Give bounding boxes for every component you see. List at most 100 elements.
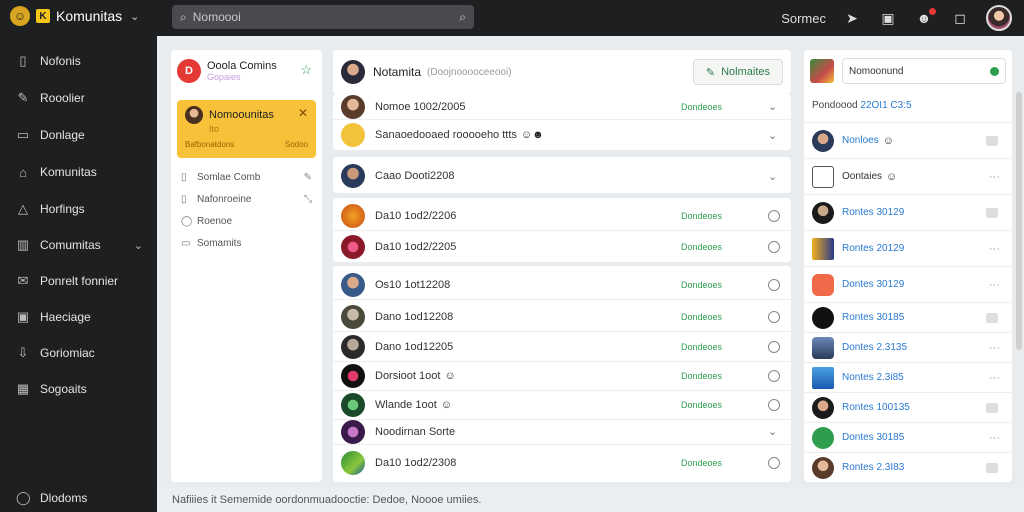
sidebar-item-goriomiac[interactable]: ⇩ Goriomiac [0,338,157,368]
sidebar-item-komunitas[interactable]: ⌂ Komunitas [0,157,157,187]
list-item[interactable]: Da10 1od2/2205 Dondeoes [333,232,791,262]
member-name: Rontes 2.3I83 [842,462,905,473]
list-item[interactable]: Da10 1od2/2206 Dondeoes [333,201,791,231]
select-radio[interactable] [768,369,780,382]
select-radio[interactable] [768,310,780,323]
menu-square-icon[interactable] [986,207,998,218]
sidebar-item-haeciage[interactable]: ▣ Haeciage [0,302,157,332]
select-radio[interactable] [768,457,780,469]
select-radio[interactable] [768,278,780,291]
menu-square-icon[interactable] [986,402,998,413]
topbar-label[interactable]: Sormec [781,11,826,26]
search-input[interactable] [192,10,454,24]
sidebar-item-comumitas[interactable]: ▥ Comumitas ⌄ [0,230,157,260]
left-link-1[interactable]: ▯ Somlae Comb ✎ [181,168,316,186]
member-name: Dontes 30129 [842,279,905,290]
select-radio[interactable] [768,241,780,253]
member-row[interactable]: Rontes 20129 ··· [804,230,1012,266]
more-icon[interactable]: ··· [989,342,1000,354]
card-meta-right: Sodoo [284,140,308,149]
avatar [341,164,365,188]
member-row[interactable]: Dontes 2.3135 ··· [804,332,1012,362]
right-search-field[interactable]: Nomoonund [842,58,1006,84]
search-bar[interactable]: ⌕ ⌕ [172,5,474,29]
left-link-3[interactable]: ◯ Roenoe [181,212,316,230]
item-title: Da10 1od2/2308 [375,457,457,469]
menu-square-icon[interactable] [986,135,998,146]
member-row[interactable]: Rontes 30185 [804,302,1012,332]
sidebar-item-dlodoms[interactable]: ◯ Dlodoms [0,483,157,512]
app-brand[interactable]: ☺ K Komunitas ⌄ [10,6,139,26]
member-row[interactable]: Nonloes ☺ [804,122,1012,158]
checkbox-icon[interactable] [812,165,834,188]
list-item[interactable]: Dorsioot 1oot ☺ Dondeoes [333,361,791,391]
user-avatar[interactable] [986,5,1012,31]
member-row[interactable]: Rontes 2.3I83 [804,452,1012,482]
scrollbar[interactable] [1016,92,1022,350]
online-status-icon [990,66,999,76]
list-item[interactable]: Noodirnan Sorte ⌄ [333,419,791,445]
menu-square-icon[interactable] [986,312,998,323]
more-icon[interactable]: ··· [989,171,1000,183]
more-icon[interactable]: ··· [989,372,1000,384]
notification-icon[interactable]: ☻ [914,8,936,28]
more-icon[interactable]: ··· [989,279,1000,291]
list-item[interactable]: Dano 1od12208 Dondeoes [333,302,791,332]
sidebar-item-rooolier[interactable]: ✎ Rooolier [0,83,157,113]
avatar [812,456,834,479]
more-icon[interactable]: ··· [989,432,1000,444]
edit-icon[interactable]: ✎ [304,172,312,183]
status-badge: Dondeoes [681,101,723,112]
document-icon: ▯ [181,193,187,205]
list-item[interactable]: Caao Dooti2208 ⌄ [333,163,791,189]
list-item[interactable]: Os10 1ot12208 Dondeoes [333,270,791,300]
chevron-down-icon[interactable]: ⌄ [768,170,777,183]
emoji-avatar [341,123,365,147]
sidebar-item-sogoaits[interactable]: ▦ Sogoaits [0,374,157,404]
left-link-4[interactable]: ▭ Somamits [181,234,316,252]
list-item[interactable]: Dano 1od12205 Dondeoes [333,332,791,362]
sidebar-item-label: Sogoaits [40,382,87,396]
community-header[interactable]: D Ooola Comins Gopaies ☆ [177,58,316,84]
member-row[interactable]: Rontes 30129 [804,194,1012,230]
header-action-button[interactable]: ✎ Nolmaites [692,59,783,85]
sidebar-item-donlage[interactable]: ▭ Donlage [0,120,157,150]
chat-icon[interactable]: ◻ [950,8,970,28]
status-badge: Dondeoes [681,242,723,252]
select-radio[interactable] [768,340,780,353]
status-badge: Dondeoes [681,458,723,468]
footer-text: Nafiiies it Sememide oordonmuadooctie: D… [172,494,482,506]
member-row[interactable]: Rontes 100135 [804,392,1012,422]
avatar [341,419,365,444]
member-row[interactable]: Nontes 2.3i85 ··· [804,362,1012,392]
sidebar-item-label: Ponrelt fonnier [40,274,119,288]
list-item[interactable]: Wlande 1oot ☺ Dondeoes [333,390,791,420]
sidebar-item-nofonis[interactable]: ▯ Nofonis [0,46,157,76]
collapse-icon[interactable]: ⤡ [304,194,312,205]
chevron-down-icon[interactable]: ⌄ [768,425,777,438]
left-link-2[interactable]: ▯ Nafonroeine ⤡ [181,190,316,208]
status-badge: Dondeoes [681,311,723,322]
document-icon: ▯ [19,53,27,68]
more-icon[interactable]: ··· [989,243,1000,255]
member-row[interactable]: Dontes 30185 ··· [804,422,1012,452]
member-row[interactable]: Oontaies ☺ ··· [804,158,1012,194]
menu-square-icon[interactable] [986,462,998,473]
close-icon[interactable]: ✕ [298,106,308,120]
list-item[interactable]: Nomoe 1002/2005 Dondeoes ⌄ [333,94,791,120]
profile-card-icon[interactable]: ▣ [878,8,898,28]
pin-icon[interactable]: ➤ [842,8,862,28]
sidebar-item-ponrelt[interactable]: ✉ Ponrelt fonnier [0,266,157,296]
select-radio[interactable] [768,398,780,411]
chevron-down-icon[interactable]: ⌄ [768,100,777,113]
app-name: Komunitas [56,8,123,24]
search-submit-icon[interactable]: ⌕ [459,10,466,25]
list-item[interactable]: Da10 1od2/2308 Dondeoes [333,448,791,478]
star-icon[interactable]: ☆ [300,62,312,78]
chevron-down-icon[interactable]: ⌄ [768,129,777,142]
list-item[interactable]: Sanaoedooaed rooooeho ttts ☺☻ ⌄ [333,121,791,149]
select-radio[interactable] [768,209,780,222]
sidebar-item-horfings[interactable]: △ Horfings [0,194,157,224]
highlight-card[interactable]: Nomoounitas ✕ Ito Bafbonatdons Sodoo [177,100,316,158]
member-row[interactable]: Dontes 30129 ··· [804,266,1012,302]
